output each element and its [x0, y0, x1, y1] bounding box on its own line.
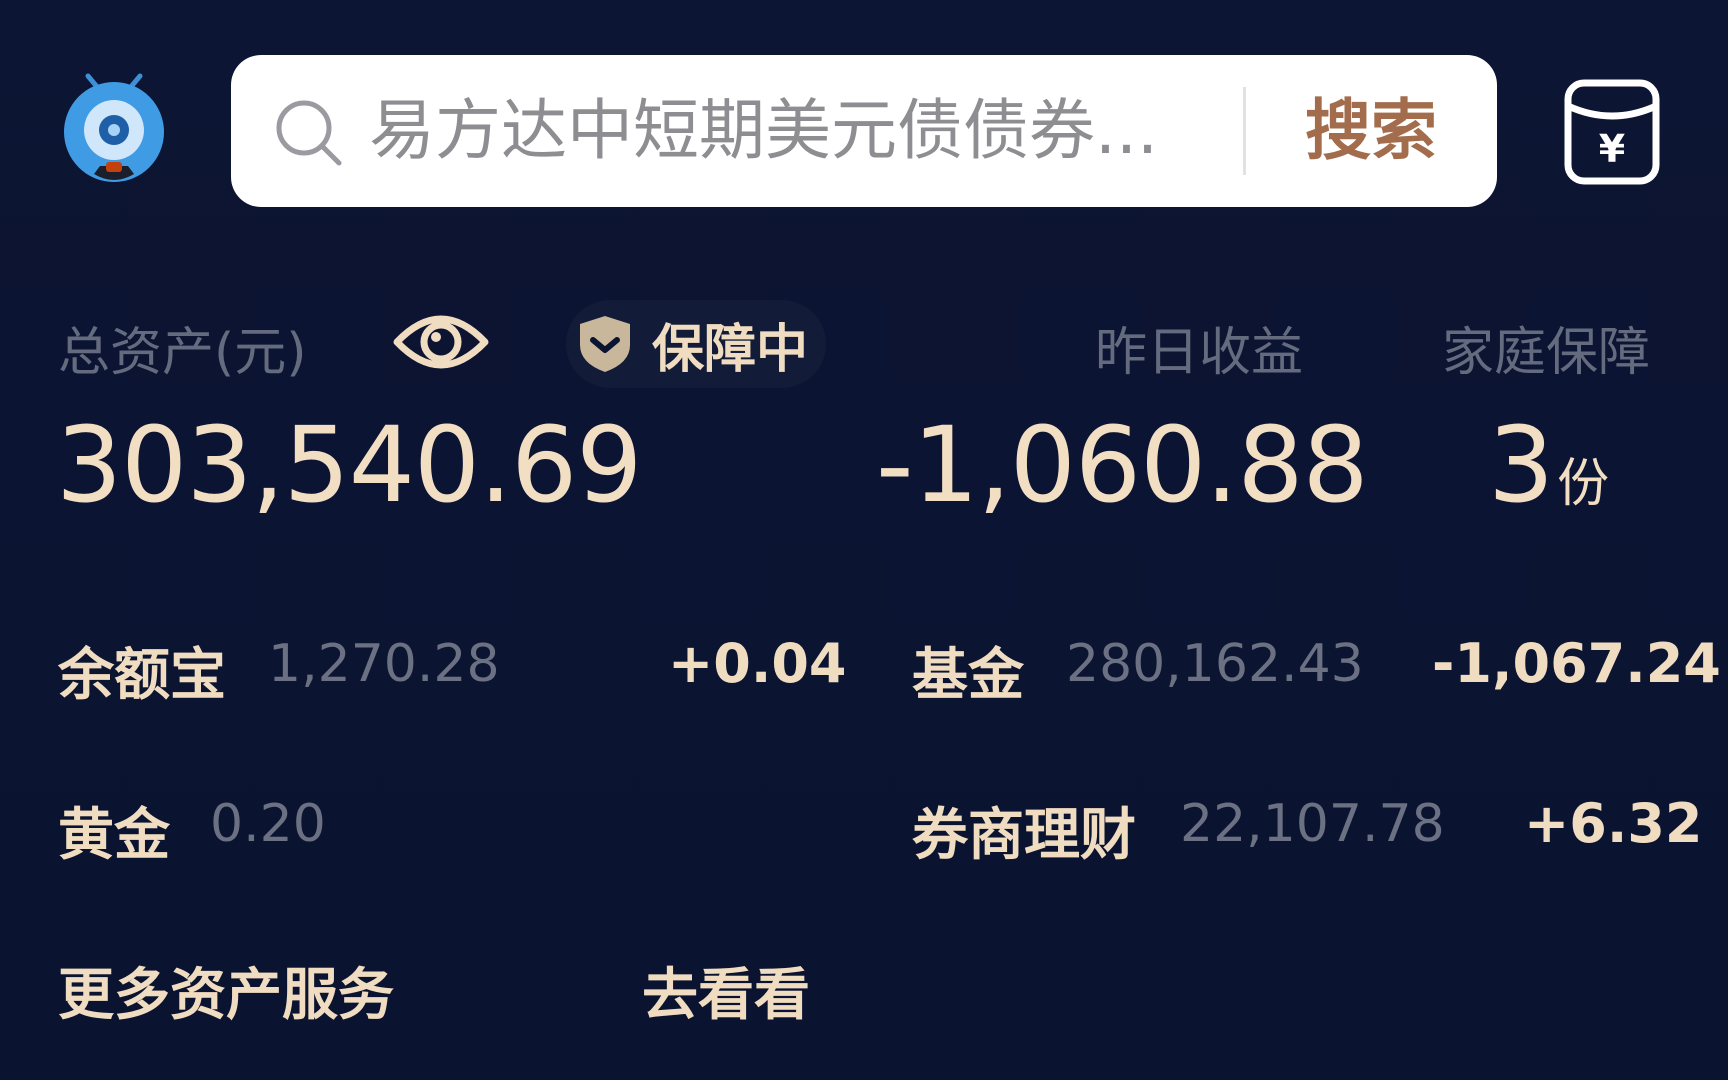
asset-name: 余额宝: [58, 643, 226, 708]
family-protection-unit: 份: [1557, 454, 1610, 514]
asset-amount: 1,270.28: [268, 634, 500, 694]
yesterday-earnings-label: 昨日收益: [1095, 323, 1304, 383]
family-protection-value: 3: [1488, 404, 1554, 526]
shield-check-icon: [580, 316, 630, 372]
asset-name: 黄金: [58, 803, 170, 868]
protection-status-chip[interactable]: 保障中: [566, 300, 826, 388]
asset-change: +6.32: [1524, 792, 1703, 855]
family-protection-count[interactable]: 3份: [1488, 404, 1609, 526]
search-bar[interactable]: 易方达中短期美元债债券... 搜索: [231, 55, 1497, 207]
yuan-wallet-icon[interactable]: ¥: [1563, 78, 1661, 186]
asset-amount: 22,107.78: [1180, 794, 1445, 854]
asset-change: -1,067.24: [1432, 632, 1721, 695]
eye-visibility-icon[interactable]: [392, 302, 490, 382]
asset-amount: 280,162.43: [1066, 634, 1364, 694]
search-input[interactable]: 易方达中短期美元债债券...: [369, 55, 1214, 207]
search-divider: [1243, 87, 1246, 175]
asset-name: 券商理财: [912, 803, 1136, 868]
total-assets-label: 总资产(元): [58, 323, 307, 383]
asset-change: +0.04: [668, 632, 847, 695]
total-assets-value: 303,540.69: [56, 404, 642, 526]
svg-text:¥: ¥: [1599, 127, 1625, 171]
asset-name: 基金: [912, 643, 1024, 708]
family-protection-label: 家庭保障: [1442, 323, 1651, 383]
search-icon: [276, 100, 342, 166]
more-asset-services-label: 更多资产服务: [58, 963, 394, 1028]
go-look-link[interactable]: 去看看: [642, 950, 810, 1031]
protection-status-label: 保障中: [652, 319, 809, 380]
yesterday-earnings-value[interactable]: -1,060.88: [876, 404, 1369, 526]
asset-screen: 易方达中短期美元债债券... 搜索 ¥ 总资产(元) 保障中 昨日收益 家庭保障…: [0, 0, 1728, 1080]
asset-amount: 0.20: [210, 794, 326, 854]
mascot-avatar-icon[interactable]: [58, 62, 170, 184]
search-button[interactable]: 搜索: [1271, 55, 1471, 207]
